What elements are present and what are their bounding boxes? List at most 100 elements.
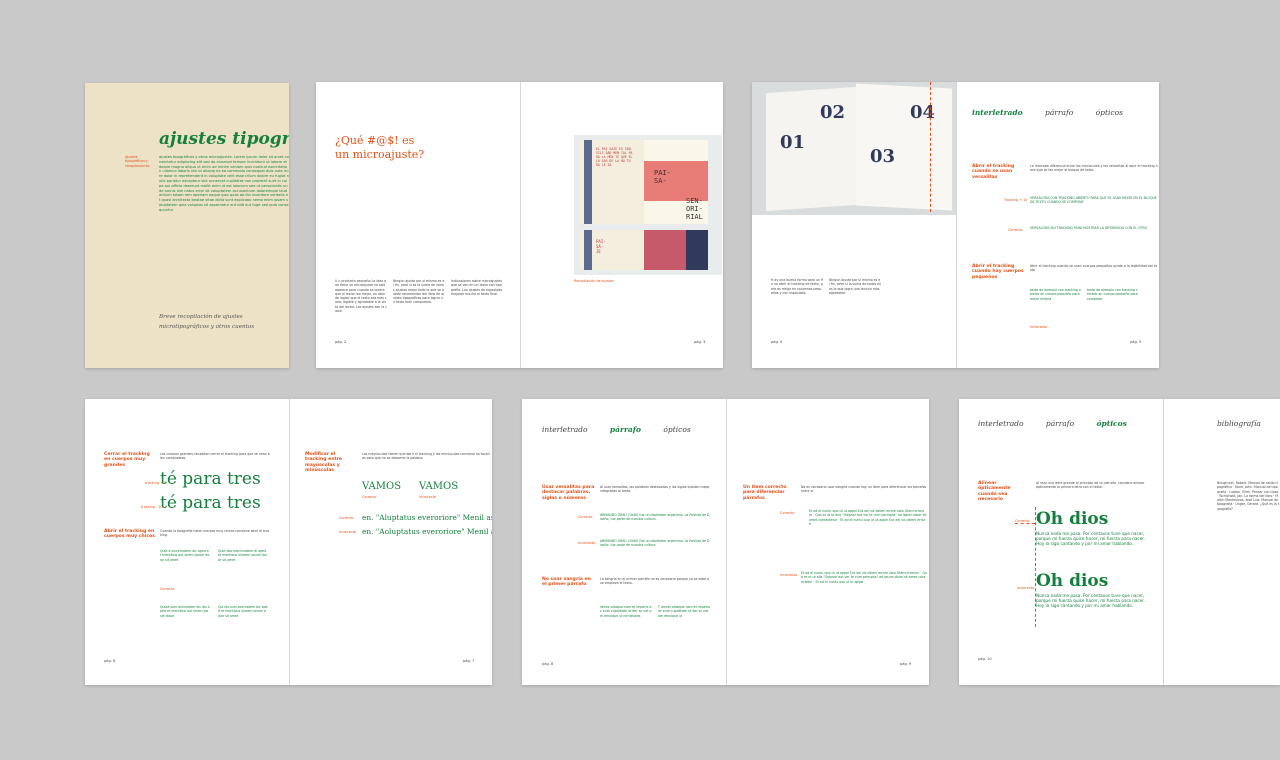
spread3-label-a: tracking + 0 [145, 481, 167, 485]
spread3-small-col2: Quid des earcinnatem di aped et mentibus… [218, 549, 267, 562]
spread3-small-col3: Quida sum acernatem dic dis aped et ment… [160, 605, 210, 618]
spread3-section2-body: Cuando la tipografía tiene cuerpos muy c… [160, 529, 270, 538]
spread4-label-incorrecto-2: Incorrecto [780, 573, 798, 577]
tab-opticos[interactable]: ópticos [663, 425, 690, 434]
spread4-items-b: Et ad el nuntu quo ut ut appel Eut eel v… [801, 571, 927, 584]
spread5-section1: Alinear ópticamente cuando sea necesario [978, 481, 1011, 503]
spread2-folio-right: pág. 5 [1130, 340, 1142, 344]
numbers-photo: 02 04 01 03 [752, 82, 956, 215]
spread5-tabs: interletrado párrafo ópticos [978, 419, 1147, 428]
spread3-big-text-b: té para tres [160, 493, 261, 513]
spread3-label-correcto: Correcto [160, 587, 175, 591]
spread3-small-col4: Qui dis sum acernatem dic aped et mentib… [218, 605, 268, 618]
spread4-para-b: T omvel vidaque nam et imperio ac eum cu… [658, 605, 710, 618]
spread4-para-a: Veces vidaque nam et imperio ac eum cupi… [600, 605, 652, 618]
tab-interletrado[interactable]: interletrado [978, 419, 1024, 428]
spread5-big-text-b: Oh dios [1036, 571, 1109, 591]
spread5-para-b: Nunca nada me pasa. Por centavos tuve qu… [1036, 593, 1145, 609]
spread2-tabs: interletrado párrafo ópticos [972, 108, 1143, 117]
spread5-label-correcto: Correcto [1015, 519, 1030, 523]
spread1-heading-line2: un microajuste? [335, 148, 425, 161]
cover-side-note: Ajustes tipográficos y recopilaciones [125, 155, 150, 168]
spread2-label-tracking: Tracking + 10 [1004, 198, 1028, 202]
spread4-label-correcto: Correcto [578, 515, 593, 519]
spread4-section2: No usar sangría en el primer párrafo [542, 577, 591, 588]
spread3-section3: Modificar el tracking entre mayúsculas y… [305, 452, 343, 474]
spread-versalitas: 02 04 01 03 H ay una buena forma para un… [752, 82, 1159, 368]
spread4-label-correcto-2: Correcto [780, 511, 795, 515]
spread2-label-correcto: Correcto [1008, 228, 1023, 232]
spread3-folio-left: pág. 6 [104, 659, 116, 663]
spread5-para-a: Nunca nada me pasa. Por centavos tuve qu… [1036, 531, 1145, 547]
spread1-heading-line1: ¿Qué #@$! es [335, 134, 415, 147]
tab-interletrado[interactable]: interletrado [542, 425, 588, 434]
spread2-small-b: texto de ejemplo con tracking cerrado en… [1087, 288, 1138, 301]
tab-parrafo[interactable]: párrafo [1046, 419, 1074, 428]
spread4-tabs: interletrado párrafo ópticos [542, 425, 711, 434]
spread2-versalitas-correct: VERSALITAS CON TRACKING ABIERTO PARA QUE… [1030, 196, 1157, 205]
spread1-col1: U n producto pequeño La idea que tiene u… [335, 279, 387, 314]
spread4-section3-body: No es necesario usar sangría cuando hay … [801, 485, 927, 494]
spread5-biblio-list: Bringhurst, Robert. Manual de estilo tip… [1217, 481, 1279, 511]
spread3-vamos-b: VAMOS [419, 481, 459, 492]
spread4-section1: Usar versalitas para destacar palabras, … [542, 485, 595, 501]
spread4-versalitas-a: ARMANDO GRAU (1940) fue un diseñador arg… [600, 513, 710, 522]
spread2-label-incorrecto: Incorrecto [1030, 325, 1048, 329]
spread3-folio-right: pág. 7 [463, 659, 475, 663]
spread2-section1: Abrir el tracking cuando se usan versali… [972, 164, 1015, 180]
tab-opticos[interactable]: ópticos [1096, 108, 1123, 117]
spread1-caption: Recopilación de ajustes [574, 279, 614, 283]
spread3-small-col1: Quid a sincernatem dic aped et mentibus … [160, 549, 210, 562]
tab-parrafo[interactable]: párrafo [1045, 108, 1073, 117]
spread1-folio-left: pág. 2 [335, 340, 347, 344]
spread3-section1: Cerrar el tracking en cuerpos muy grande… [104, 452, 150, 468]
spread4-versalitas-b: ARMANDO GRAU (1940) fue un diseñador arg… [600, 539, 710, 548]
spread2-left-col2: Ningún ajuste por sí mismo es el fin, pe… [829, 278, 881, 295]
cover-subtitle-line2: microtipográficos y otros cuentos [159, 324, 255, 330]
spread1-col3: Indicaciones sobre microajustes que se v… [451, 279, 503, 296]
spread5-section1-body: Al usar una letra grande al principio de… [1036, 481, 1145, 490]
spread2-left-col1: H ay una buena forma para un fin no abri… [771, 278, 823, 295]
spread3-section3-body: Las mayúsculas tienen que abrir el track… [362, 452, 490, 461]
book-photo: PAI- SA- SEN- ORI- RIAL EL PAI SAJE ES S… [574, 135, 722, 275]
spread4-folio-right: pág. 9 [900, 662, 912, 666]
cover-page: ajustes tipográfic Ajustes tipográficos … [85, 83, 289, 368]
spread-opticos: interletrado párrafo ópticos bibliografí… [959, 399, 1280, 685]
spread3-line1: en. "Aluptatus everoriore" Menil as aces… [362, 513, 492, 522]
spread-parrafo: interletrado párrafo ópticos Usar versal… [522, 399, 929, 685]
spread4-section1-body: Al usar versalitas, las palabras destaca… [600, 485, 710, 494]
tab-bibliografia[interactable]: bibliografía [1217, 419, 1261, 428]
tab-parrafo[interactable]: párrafo [610, 425, 641, 434]
cover-body-text: ajustes tipográficos y otros microajuste… [159, 155, 289, 212]
spread3-section2: Abrir el tracking en cuerpos muy chicos [104, 529, 155, 540]
spread3-label-b: tracking - 10 [141, 505, 163, 509]
tab-opticos[interactable]: ópticos [1097, 419, 1127, 428]
spread3-vamos-label-a: Correcto [362, 495, 377, 499]
spread-microajuste: ¿Qué #@$! es un microajuste? U n product… [316, 82, 723, 368]
spread3-line1-label: Correcto [339, 516, 354, 520]
spread2-section2-body: Abrir el tracking cuando se usan cuerpos… [1030, 264, 1158, 273]
cover-title: ajustes tipográfic [159, 129, 289, 149]
spread5-folio-left: pág. 10 [978, 657, 992, 661]
spread2-section1-body: La marcada diferencia entre las minúscul… [1030, 164, 1158, 173]
spread2-folio-left: pág. 4 [771, 340, 783, 344]
cover-subtitle-line1: Breve recopilación de ajustes [159, 314, 243, 320]
tab-interletrado[interactable]: interletrado [972, 108, 1023, 117]
spread3-line2-label: Incorrecto [339, 530, 357, 534]
spread3-big-text-a: té para tres [160, 469, 261, 489]
spread3-section1-body: Los cuerpos grandes necesitan cerrar el … [160, 452, 270, 461]
spread1-col2: Ningún ajuste por sí mismo es el fin, pe… [393, 279, 445, 305]
spread4-label-incorrecto: Incorrecto [578, 541, 596, 545]
spread4-items-a: Et ad el nuntu quo ut ut appel Eut eel v… [809, 509, 927, 526]
spread4-folio-left: pág. 8 [542, 662, 554, 666]
spread2-versalitas-incorrect: VERSALITAS SIN TRACKING PARA MOSTRAR LA … [1030, 226, 1148, 230]
spread5-label-incorrecto: Incorrecto [1017, 586, 1035, 590]
spread-tracking: Cerrar el tracking en cuerpos muy grande… [85, 399, 492, 685]
spread3-line2: en. "Aoluptatus everoriore" Menil as ace… [362, 527, 492, 536]
spread1-folio-right: pág. 3 [694, 340, 706, 344]
spread2-small-a: texto de ejemplo con tracking abierto en… [1030, 288, 1081, 301]
spread2-section2: Abrir el tracking cuando hay cuerpos peq… [972, 264, 1024, 280]
spread4-section2-body: La sangría en el primer párrafo no es ne… [600, 577, 710, 586]
spread4-section3: Un ítem correcto para diferenciar párraf… [743, 485, 787, 501]
spread3-vamos-label-b: Incorrecto [419, 495, 437, 499]
